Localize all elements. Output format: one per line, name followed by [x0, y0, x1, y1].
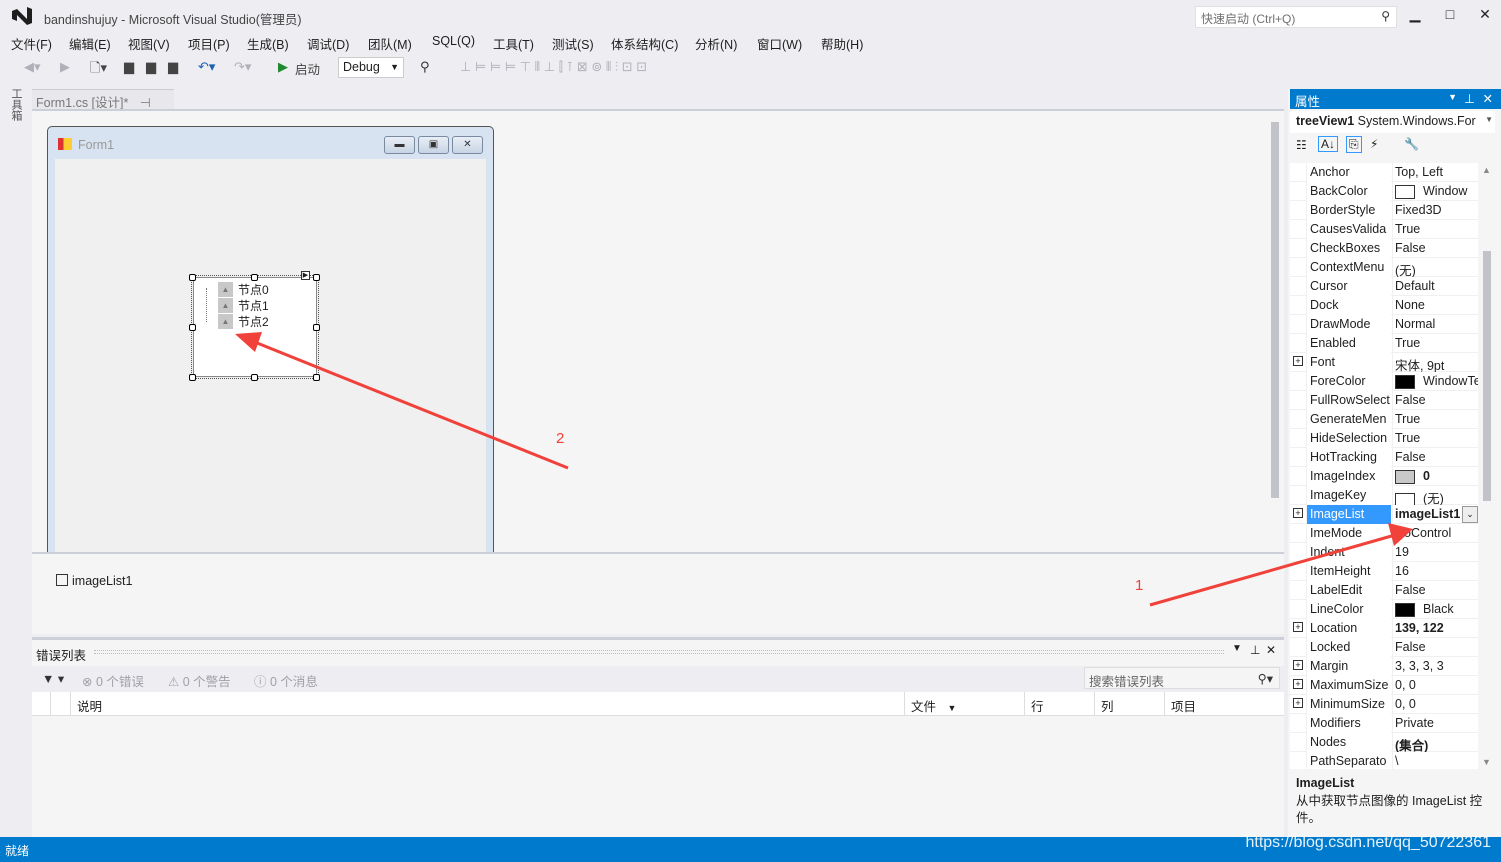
annotation-label-1: 1 — [1135, 577, 1143, 594]
watermark: https://blog.csdn.net/qq_50722361 — [1245, 834, 1491, 851]
arrowhead-icon — [235, 332, 262, 352]
annotation-arrow-2 — [251, 339, 569, 470]
status-text: 就绪 — [5, 844, 30, 858]
annotation-overlay: 2 1 — [235, 332, 1413, 607]
annotation-arrow-1 — [1149, 533, 1396, 607]
annotation-label-2: 2 — [556, 430, 564, 447]
arrowhead-icon — [1388, 523, 1413, 546]
